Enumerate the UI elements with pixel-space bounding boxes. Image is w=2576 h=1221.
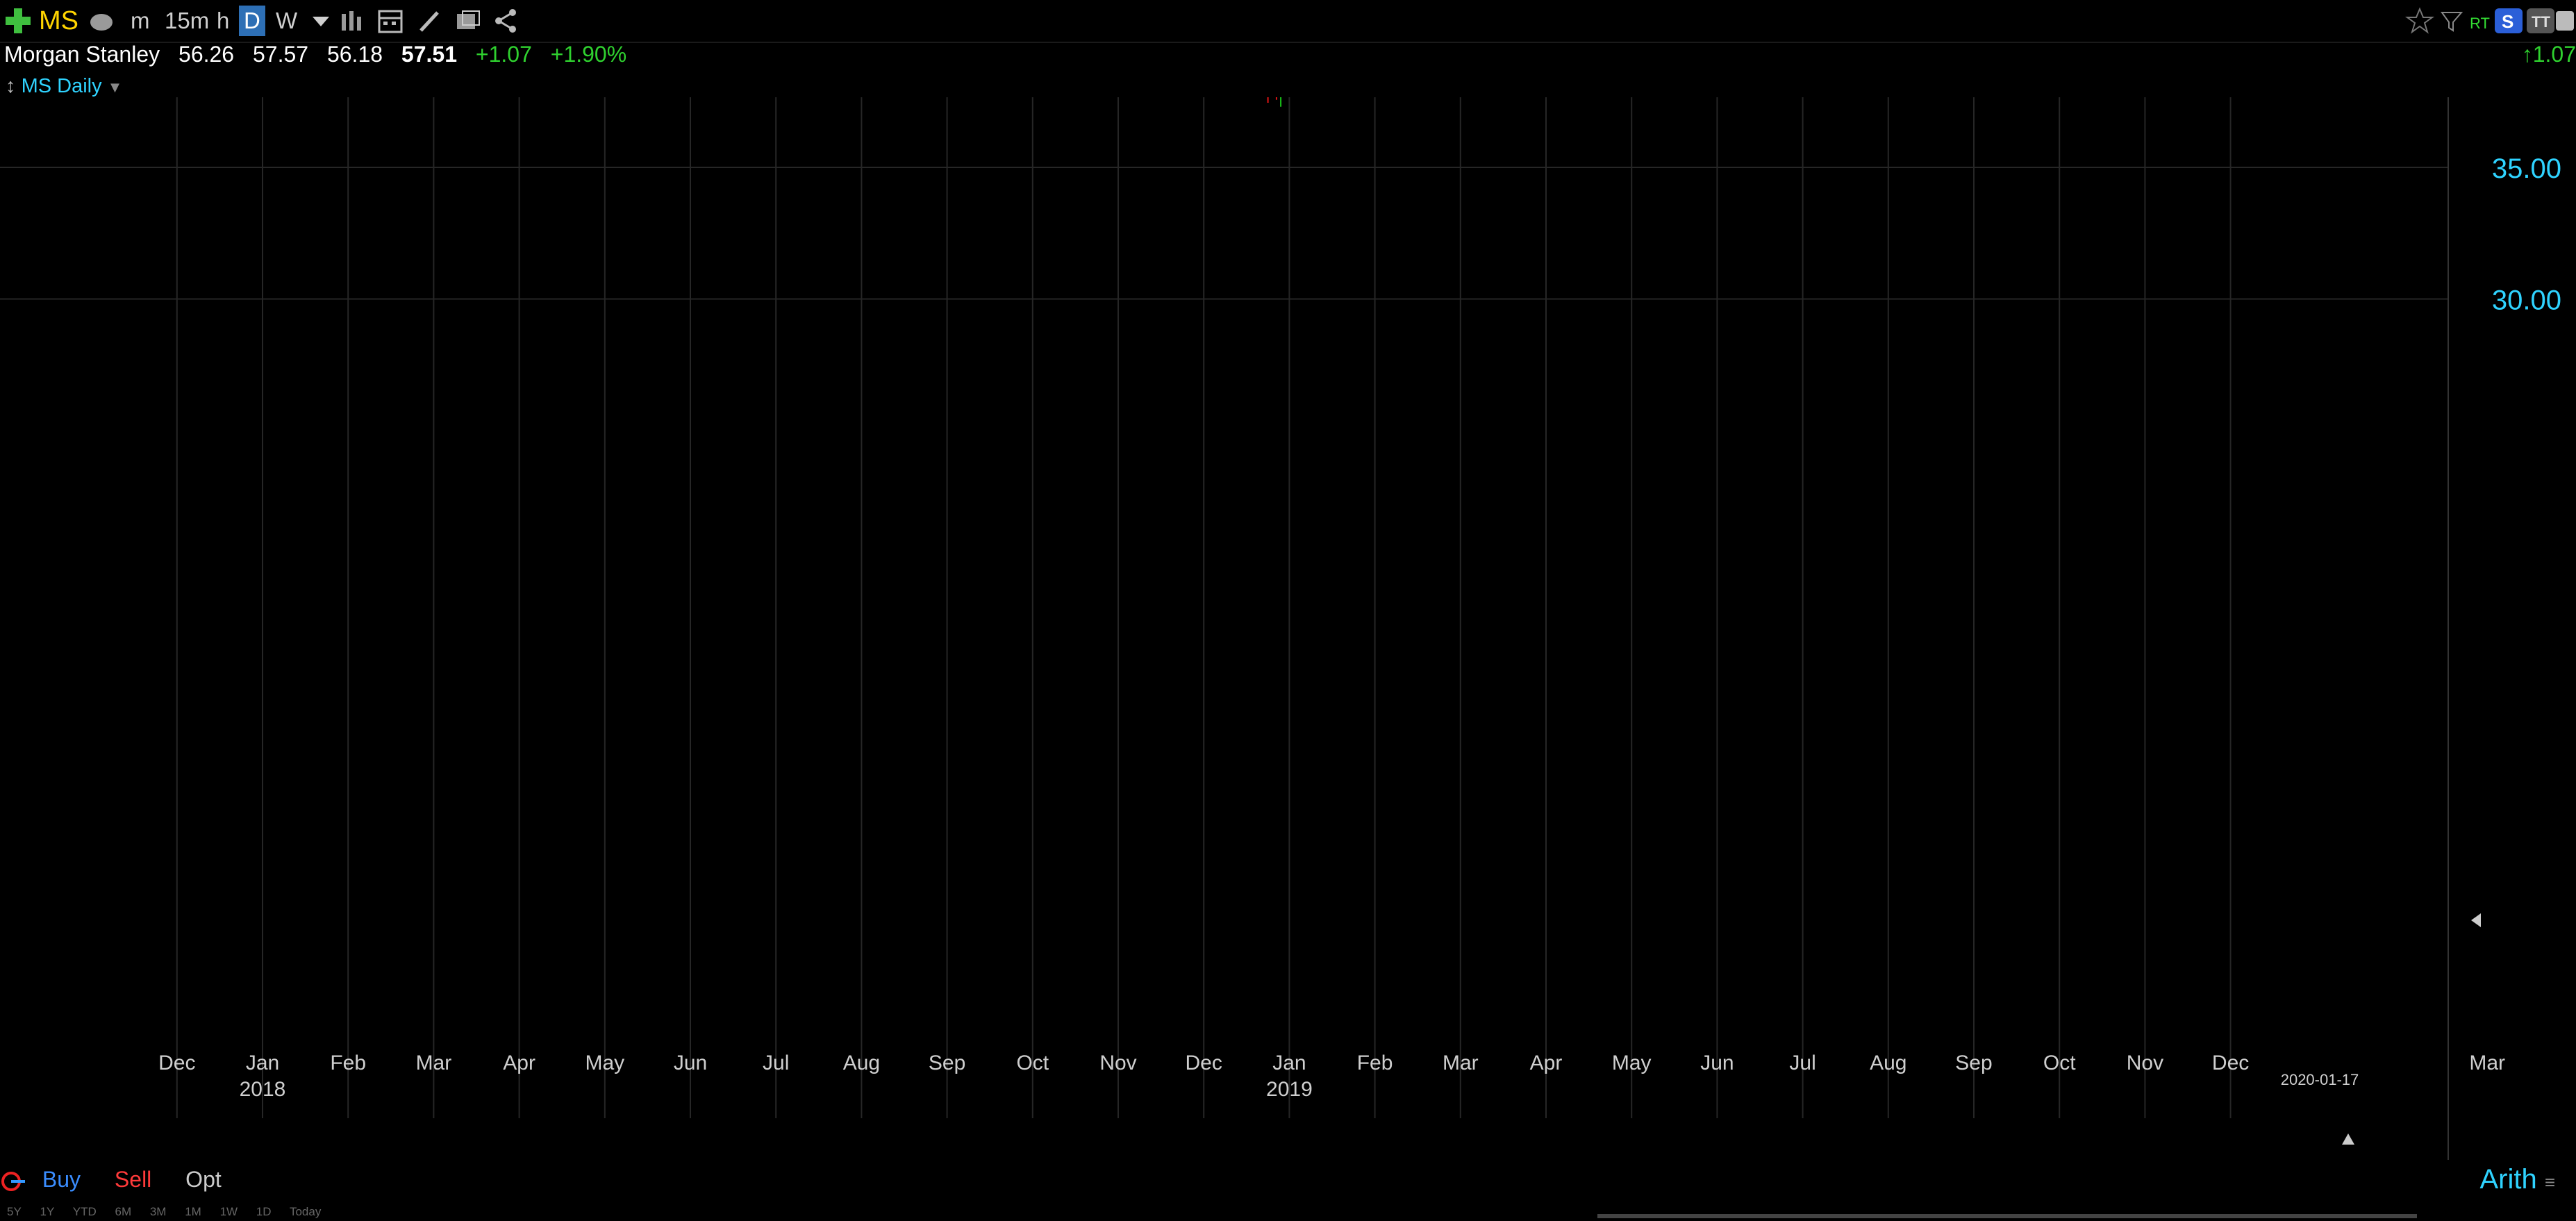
draw-pencil-icon[interactable] bbox=[414, 6, 444, 36]
study-dropdown-icon: ▼ bbox=[107, 78, 123, 96]
x-tick-label: Feb bbox=[1357, 1052, 1393, 1074]
period-dropdown-icon[interactable] bbox=[306, 6, 336, 36]
order-actions: Buy Sell Opt bbox=[0, 1158, 222, 1200]
trade-icon[interactable] bbox=[0, 1158, 28, 1200]
change-value: +1.07 bbox=[475, 42, 532, 67]
right-change-value: 1.07 bbox=[2532, 42, 2576, 67]
updown-icon: ↕ bbox=[6, 75, 16, 97]
filter-icon[interactable] bbox=[2438, 6, 2468, 36]
range-today[interactable]: Today bbox=[290, 1205, 321, 1218]
range-ytd[interactable]: YTD bbox=[73, 1205, 97, 1218]
year-label: 2019 bbox=[1266, 1078, 1313, 1101]
price-chart[interactable]: 30.0035.0040.0045.0050.0055.0060.0065.00… bbox=[0, 97, 2576, 1160]
x-tick-label: Mar bbox=[2469, 1052, 2505, 1074]
symbol-label[interactable]: MS bbox=[39, 4, 78, 38]
scale-menu-icon: ≡ bbox=[2544, 1172, 2555, 1193]
x-tick-label: Nov bbox=[1099, 1052, 1136, 1074]
range-1w[interactable]: 1W bbox=[220, 1205, 238, 1218]
x-tick-label: Oct bbox=[1016, 1052, 1049, 1074]
x-tick-label: May bbox=[1612, 1052, 1652, 1074]
x-tick-label: Sep bbox=[929, 1052, 965, 1074]
x-tick-label: Aug bbox=[1870, 1052, 1906, 1074]
calendar-icon[interactable] bbox=[375, 6, 406, 36]
low-price: 56.18 bbox=[326, 42, 383, 67]
y-tick-label: 35.00 bbox=[2492, 153, 2561, 184]
x-tick-label: Jun bbox=[674, 1052, 707, 1074]
change-percent: +1.90% bbox=[550, 42, 627, 67]
bar-chart-icon[interactable] bbox=[336, 6, 367, 36]
svg-text:S: S bbox=[2502, 11, 2513, 32]
current-date-label: 2020-01-17 bbox=[2281, 1071, 2359, 1088]
window-icon[interactable] bbox=[2554, 6, 2575, 36]
range-5y[interactable]: 5Y bbox=[7, 1205, 22, 1218]
range-1m[interactable]: 1M bbox=[185, 1205, 201, 1218]
x-tick-label: Mar bbox=[1443, 1052, 1479, 1074]
x-tick-label: Jun bbox=[1700, 1052, 1734, 1074]
x-tick-label: May bbox=[585, 1052, 624, 1074]
x-tick-label: Dec bbox=[158, 1052, 195, 1074]
right-change: ↑1.07 bbox=[2522, 39, 2576, 69]
quote-bar: Morgan Stanley 56.26 57.57 56.18 57.51 +… bbox=[0, 39, 639, 69]
period-15m[interactable]: 15m bbox=[165, 4, 209, 38]
star-icon[interactable] bbox=[2404, 6, 2435, 36]
x-tick-label: Sep bbox=[1955, 1052, 1992, 1074]
y-tick-label: 30.00 bbox=[2492, 285, 2561, 316]
open-price: 56.26 bbox=[178, 42, 235, 67]
up-arrow-icon: ↑ bbox=[2521, 42, 2533, 67]
period-hour[interactable]: h bbox=[217, 4, 229, 38]
range-1y[interactable]: 1Y bbox=[40, 1205, 55, 1218]
period-minute[interactable]: m bbox=[131, 4, 150, 38]
buy-button[interactable]: Buy bbox=[42, 1167, 81, 1192]
sell-button[interactable]: Sell bbox=[115, 1167, 151, 1192]
x-tick-label: Apr bbox=[503, 1052, 535, 1074]
scale-mode[interactable]: Arith ≡ bbox=[2479, 1158, 2555, 1203]
layouts-icon[interactable] bbox=[453, 6, 483, 36]
x-tick-label: Jul bbox=[763, 1052, 789, 1074]
x-tick-label: Nov bbox=[2127, 1052, 2163, 1074]
option-button[interactable]: Opt bbox=[185, 1167, 222, 1192]
period-daily[interactable]: D bbox=[239, 6, 265, 36]
range-selector: 5Y 1Y YTD 6M 3M 1M 1W 1D Today bbox=[7, 1205, 336, 1219]
x-tick-label: Dec bbox=[2212, 1052, 2249, 1074]
range-1d[interactable]: 1D bbox=[256, 1205, 272, 1218]
s-plus-icon[interactable]: S bbox=[2493, 6, 2524, 36]
x-tick-label: Apr bbox=[1530, 1052, 1563, 1074]
high-price: 57.57 bbox=[252, 42, 309, 67]
share-icon[interactable] bbox=[490, 6, 521, 36]
x-tick-label: Jan bbox=[246, 1052, 279, 1074]
horizontal-scrollbar[interactable] bbox=[1597, 1214, 2417, 1218]
last-price: 57.51 bbox=[401, 42, 457, 67]
add-icon[interactable] bbox=[3, 6, 33, 36]
x-tick-label: Jan bbox=[1272, 1052, 1306, 1074]
tray-icon[interactable]: TT bbox=[2525, 6, 2556, 36]
range-3m[interactable]: 3M bbox=[150, 1205, 167, 1218]
date-marker-icon bbox=[2342, 1133, 2354, 1145]
x-tick-label: Aug bbox=[843, 1052, 880, 1074]
x-tick-label: Jul bbox=[1789, 1052, 1815, 1074]
scale-mode-label: Arith bbox=[2479, 1164, 2537, 1195]
scroll-left-icon bbox=[2471, 913, 2481, 927]
x-tick-label: Dec bbox=[1186, 1052, 1222, 1074]
realtime-indicator: RT bbox=[2470, 15, 2490, 32]
x-tick-label: Oct bbox=[2043, 1052, 2076, 1074]
company-name: Morgan Stanley bbox=[4, 42, 160, 67]
study-name: MS Daily bbox=[21, 75, 102, 97]
svg-text:TT: TT bbox=[2532, 13, 2550, 31]
year-label: 2018 bbox=[240, 1078, 286, 1101]
range-6m[interactable]: 6M bbox=[115, 1205, 131, 1218]
chart-style-icon[interactable] bbox=[86, 6, 117, 36]
x-tick-label: Mar bbox=[416, 1052, 452, 1074]
x-tick-label: Feb bbox=[330, 1052, 366, 1074]
period-weekly[interactable]: W bbox=[276, 4, 297, 38]
top-toolbar: MS m 15m h D W RT S TT bbox=[0, 0, 2576, 43]
